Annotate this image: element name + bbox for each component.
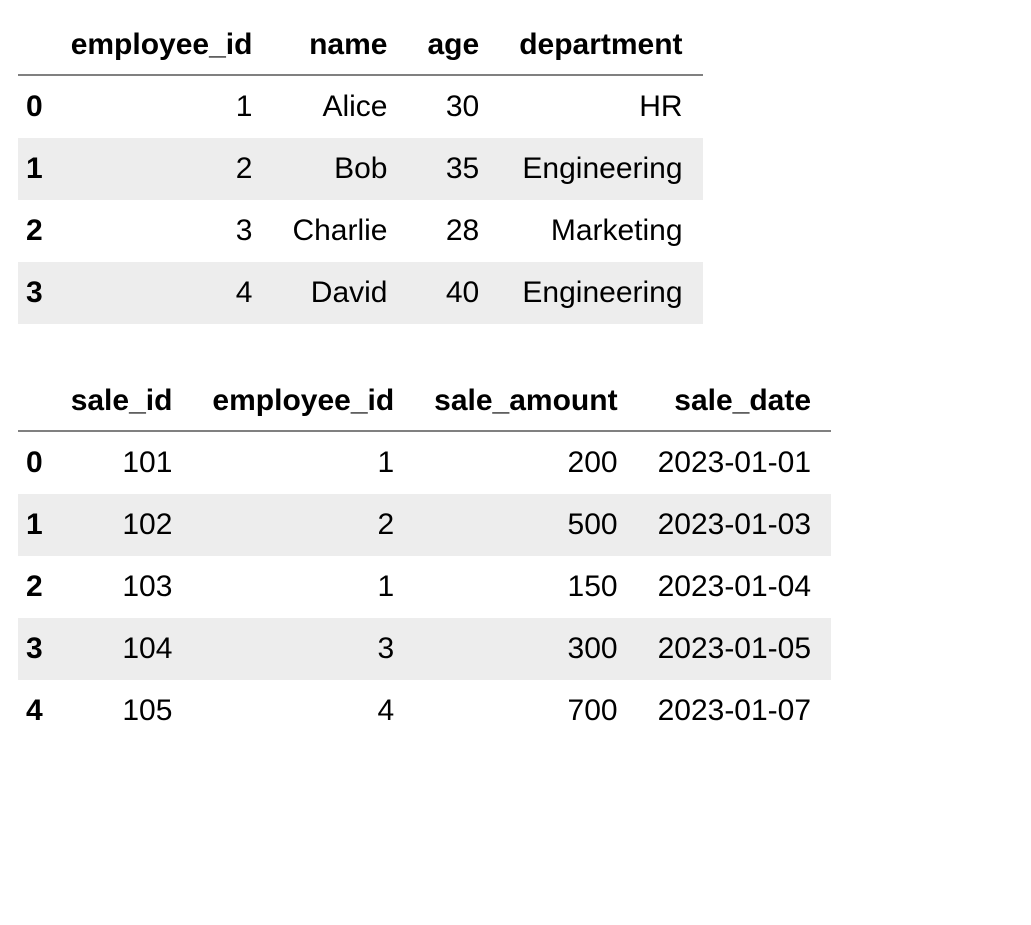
row-index: 1	[18, 138, 51, 200]
cell-department: Engineering	[499, 138, 702, 200]
cell-employee_id: 1	[192, 431, 414, 494]
cell-employee_id: 3	[192, 618, 414, 680]
row-index: 0	[18, 431, 51, 494]
table-row: 1 2 Bob 35 Engineering	[18, 138, 703, 200]
row-index: 3	[18, 262, 51, 324]
col-header-employee_id: employee_id	[192, 374, 414, 431]
cell-sale_id: 105	[51, 680, 193, 742]
index-header	[18, 374, 51, 431]
cell-sale_id: 102	[51, 494, 193, 556]
cell-name: Bob	[272, 138, 407, 200]
col-header-department: department	[499, 18, 702, 75]
index-header	[18, 18, 51, 75]
row-index: 2	[18, 556, 51, 618]
row-index: 2	[18, 200, 51, 262]
col-header-employee_id: employee_id	[51, 18, 273, 75]
row-index: 0	[18, 75, 51, 138]
row-index: 1	[18, 494, 51, 556]
cell-department: Engineering	[499, 262, 702, 324]
col-header-sale_date: sale_date	[638, 374, 831, 431]
col-header-age: age	[407, 18, 499, 75]
cell-name: Charlie	[272, 200, 407, 262]
cell-sale_amount: 200	[414, 431, 637, 494]
col-header-sale_id: sale_id	[51, 374, 193, 431]
col-header-sale_amount: sale_amount	[414, 374, 637, 431]
sales-table: sale_id employee_id sale_amount sale_dat…	[18, 374, 831, 742]
cell-age: 40	[407, 262, 499, 324]
table-row: 0 1 Alice 30 HR	[18, 75, 703, 138]
cell-department: Marketing	[499, 200, 702, 262]
cell-sale_amount: 300	[414, 618, 637, 680]
cell-sale_id: 104	[51, 618, 193, 680]
cell-employee_id: 2	[192, 494, 414, 556]
cell-department: HR	[499, 75, 702, 138]
cell-sale_amount: 700	[414, 680, 637, 742]
cell-employee_id: 3	[51, 200, 273, 262]
cell-employee_id: 2	[51, 138, 273, 200]
cell-age: 28	[407, 200, 499, 262]
cell-age: 35	[407, 138, 499, 200]
employees-table: employee_id name age department 0 1 Alic…	[18, 18, 703, 324]
cell-sale_date: 2023-01-07	[638, 680, 831, 742]
col-header-name: name	[272, 18, 407, 75]
cell-sale_date: 2023-01-05	[638, 618, 831, 680]
cell-sale_date: 2023-01-03	[638, 494, 831, 556]
cell-employee_id: 4	[51, 262, 273, 324]
cell-name: Alice	[272, 75, 407, 138]
cell-sale_amount: 150	[414, 556, 637, 618]
cell-sale_amount: 500	[414, 494, 637, 556]
cell-employee_id: 4	[192, 680, 414, 742]
table-row: 3 104 3 300 2023-01-05	[18, 618, 831, 680]
row-index: 3	[18, 618, 51, 680]
table-header-row: sale_id employee_id sale_amount sale_dat…	[18, 374, 831, 431]
cell-age: 30	[407, 75, 499, 138]
row-index: 4	[18, 680, 51, 742]
table-row: 2 3 Charlie 28 Marketing	[18, 200, 703, 262]
table-row: 2 103 1 150 2023-01-04	[18, 556, 831, 618]
cell-employee_id: 1	[51, 75, 273, 138]
cell-name: David	[272, 262, 407, 324]
cell-sale_date: 2023-01-01	[638, 431, 831, 494]
table-row: 4 105 4 700 2023-01-07	[18, 680, 831, 742]
cell-sale_date: 2023-01-04	[638, 556, 831, 618]
cell-employee_id: 1	[192, 556, 414, 618]
table-header-row: employee_id name age department	[18, 18, 703, 75]
table-row: 1 102 2 500 2023-01-03	[18, 494, 831, 556]
table-row: 3 4 David 40 Engineering	[18, 262, 703, 324]
table-row: 0 101 1 200 2023-01-01	[18, 431, 831, 494]
cell-sale_id: 101	[51, 431, 193, 494]
cell-sale_id: 103	[51, 556, 193, 618]
